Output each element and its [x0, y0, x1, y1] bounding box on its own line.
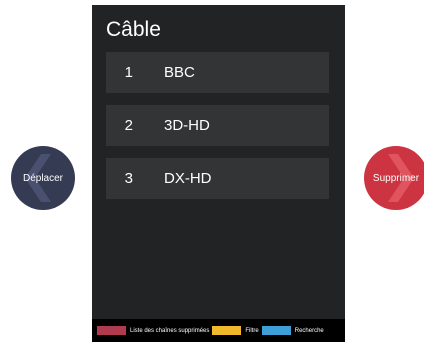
channel-name: DX-HD: [164, 170, 212, 187]
move-button-label: Déplacer: [22, 172, 64, 184]
move-button[interactable]: Déplacer: [11, 146, 75, 210]
channel-name: 3D-HD: [164, 117, 210, 134]
delete-button-label: Supprimer: [372, 172, 420, 184]
channel-number: 2: [124, 117, 133, 134]
channel-number: 1: [124, 64, 133, 81]
blue-key-label: Recherche: [294, 327, 324, 334]
tv-screen: Déplacer Câble 1 BBC 2 3D-HD 3 DX-HD Lis…: [0, 0, 424, 345]
color-key-legend: Liste des chaînes supprimées Filtre Rech…: [92, 319, 345, 342]
channel-row[interactable]: 2 3D-HD: [106, 105, 329, 146]
red-key-label: Liste des chaînes supprimées: [130, 327, 210, 334]
red-key-swatch[interactable]: [97, 326, 126, 335]
yellow-key-label: Filtre: [245, 327, 259, 334]
delete-button[interactable]: Supprimer: [364, 146, 424, 210]
panel-title: Câble: [106, 18, 161, 41]
channel-number: 3: [124, 170, 133, 187]
blue-key-swatch[interactable]: [261, 326, 291, 335]
channel-row[interactable]: 3 DX-HD: [106, 158, 329, 199]
channel-name: BBC: [164, 64, 195, 81]
channel-row[interactable]: 1 BBC: [106, 52, 329, 93]
yellow-key-swatch[interactable]: [212, 326, 242, 335]
channel-list-panel: Câble 1 BBC 2 3D-HD 3 DX-HD Liste des ch…: [92, 5, 345, 342]
